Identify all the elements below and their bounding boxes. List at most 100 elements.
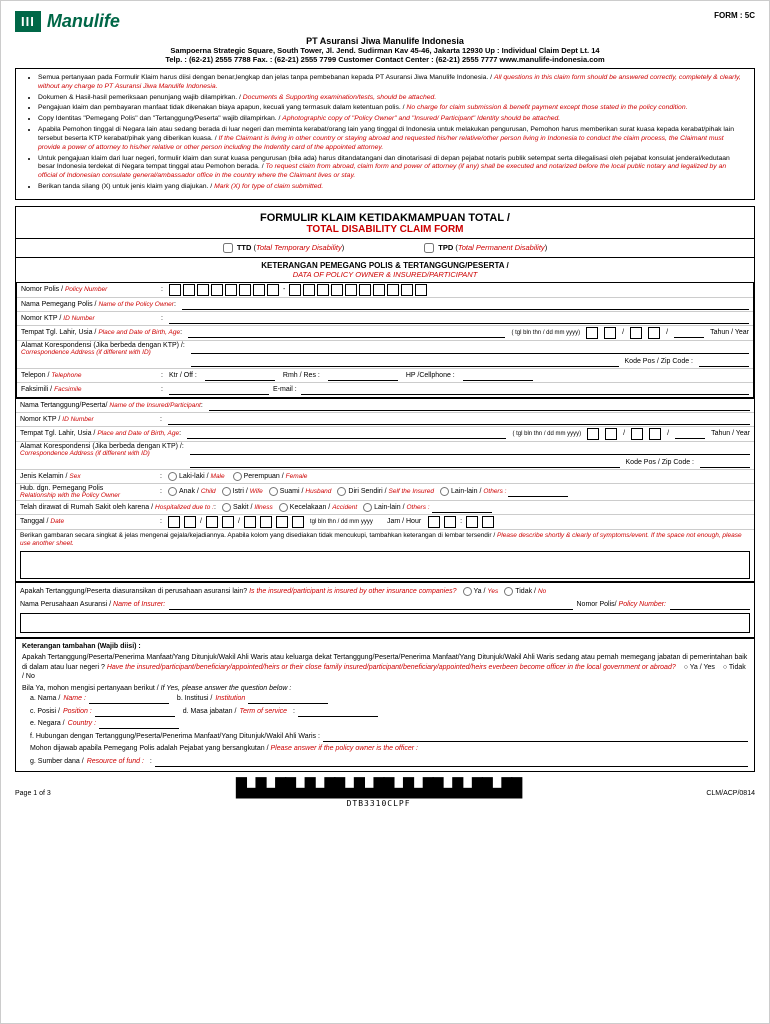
others-radio[interactable] xyxy=(440,487,449,496)
i-mon1[interactable] xyxy=(631,428,643,440)
jam-h2[interactable] xyxy=(444,516,456,528)
tgl-m1[interactable] xyxy=(206,516,218,528)
header: III Manulife FORM : 5C xyxy=(15,11,755,32)
pn-box-18[interactable] xyxy=(415,284,427,296)
i-mon2[interactable] xyxy=(649,428,661,440)
insured-kode-pos-input[interactable] xyxy=(700,457,750,468)
insured-ktp-input[interactable] xyxy=(168,414,750,425)
mohon-label: Mohon dijawab apabila Pemegang Polis ada… xyxy=(30,744,748,755)
tgl-y1[interactable] xyxy=(244,516,256,528)
hp-input[interactable] xyxy=(463,370,533,381)
kode-pos-input[interactable] xyxy=(699,356,749,367)
pn-box-11[interactable] xyxy=(317,284,329,296)
email-input[interactable] xyxy=(301,384,749,395)
country-input[interactable] xyxy=(99,719,179,729)
i-year[interactable] xyxy=(675,428,705,439)
yes-radio[interactable] xyxy=(463,587,472,596)
self-radio[interactable] xyxy=(337,487,346,496)
ktr-input[interactable] xyxy=(205,370,275,381)
pn-box-8[interactable] xyxy=(267,284,279,296)
illness-option: Sakit / Illness xyxy=(222,503,273,512)
child-radio[interactable] xyxy=(168,487,177,496)
pn-box-15[interactable] xyxy=(373,284,385,296)
pn-box-6[interactable] xyxy=(239,284,251,296)
tgl-y2[interactable] xyxy=(260,516,272,528)
husband-radio[interactable] xyxy=(269,487,278,496)
tgl-y3[interactable] xyxy=(276,516,288,528)
insured-address-1[interactable] xyxy=(190,443,750,455)
illness-radio[interactable] xyxy=(222,503,231,512)
insurer-name-input[interactable] xyxy=(169,599,572,610)
tpd-checkbox[interactable] xyxy=(424,243,434,253)
jam-m2[interactable] xyxy=(482,516,494,528)
day-box2[interactable] xyxy=(604,327,616,339)
insured-birthplace-input[interactable] xyxy=(187,428,506,439)
jam-h1[interactable] xyxy=(428,516,440,528)
others-input[interactable] xyxy=(508,486,568,497)
faks-input[interactable] xyxy=(169,384,269,395)
owner-name-input[interactable] xyxy=(182,299,749,310)
tgl-y4[interactable] xyxy=(292,516,304,528)
i-day2[interactable] xyxy=(605,428,617,440)
company-info: PT Asuransi Jiwa Manulife Indonesia Samp… xyxy=(15,36,755,64)
wife-radio[interactable] xyxy=(222,487,231,496)
rmh-input[interactable] xyxy=(328,370,398,381)
other2-input[interactable] xyxy=(432,502,492,513)
pn-box-17[interactable] xyxy=(401,284,413,296)
i-day1[interactable] xyxy=(587,428,599,440)
ktp-input[interactable] xyxy=(169,313,749,324)
policy-num-input[interactable] xyxy=(670,599,750,610)
other2-label: Lain-lain / Others : xyxy=(374,504,429,511)
no-radio[interactable] xyxy=(504,587,513,596)
tgl-m2[interactable] xyxy=(222,516,234,528)
other-insurance-notes[interactable] xyxy=(20,613,750,633)
pn-box-5[interactable] xyxy=(225,284,237,296)
gender-row: Jenis Kelamin / Sex : Laki-laki / Male P… xyxy=(16,470,754,484)
child-label: Anak / Child xyxy=(179,488,216,495)
female-radio[interactable] xyxy=(233,472,242,481)
pn-box-2[interactable] xyxy=(183,284,195,296)
pn-box-1[interactable] xyxy=(169,284,181,296)
insured-address-2[interactable] xyxy=(190,457,620,468)
email-label: E-mail : xyxy=(273,386,297,393)
accident-label: Kecelakaan / Accident xyxy=(290,504,357,511)
insured-name-label: Nama Tertanggung/Peserta/ Name of the In… xyxy=(20,402,201,409)
term-input[interactable] xyxy=(298,707,378,717)
insured-name-input[interactable] xyxy=(209,400,750,411)
jam-m1[interactable] xyxy=(466,516,478,528)
other2-radio[interactable] xyxy=(363,503,372,512)
day-box1[interactable] xyxy=(586,327,598,339)
birthplace-input[interactable] xyxy=(188,327,505,338)
pn-box-7[interactable] xyxy=(253,284,265,296)
section1-title-id: KETERANGAN PEMEGANG POLIS & TERTANGGUNG/… xyxy=(19,261,751,270)
pn-box-16[interactable] xyxy=(387,284,399,296)
accident-radio[interactable] xyxy=(279,503,288,512)
address-label: Alamat Korespondensi (Jika berbeda denga… xyxy=(21,342,183,367)
pn-box-10[interactable] xyxy=(303,284,315,296)
tgl-d2[interactable] xyxy=(184,516,196,528)
section1-form-body: Nomor Polis / Policy Number : - xyxy=(16,283,754,398)
ttd-checkbox[interactable] xyxy=(223,243,233,253)
name-input[interactable] xyxy=(89,694,169,704)
relationship-input[interactable] xyxy=(323,732,748,742)
institution-input[interactable] xyxy=(248,694,328,704)
month-box1[interactable] xyxy=(630,327,642,339)
instruction-3: Pengajuan klaim dan pembayaran manfaat t… xyxy=(38,104,746,113)
pn-box-4[interactable] xyxy=(211,284,223,296)
male-radio[interactable] xyxy=(168,472,177,481)
pn-box-12[interactable] xyxy=(331,284,343,296)
pn-box-14[interactable] xyxy=(359,284,371,296)
address-input-1[interactable] xyxy=(191,342,749,354)
pn-box-13[interactable] xyxy=(345,284,357,296)
field-d: d. Masa jabatan /Term of service : xyxy=(183,707,378,718)
month-box2[interactable] xyxy=(648,327,660,339)
company-logo: Manulife xyxy=(47,11,120,32)
year-input[interactable] xyxy=(674,327,704,338)
position-input[interactable] xyxy=(95,707,175,717)
pn-box-9[interactable] xyxy=(289,284,301,296)
tgl-d1[interactable] xyxy=(168,516,180,528)
address-input-2[interactable] xyxy=(191,356,619,367)
resource-input[interactable] xyxy=(155,757,748,767)
pn-box-3[interactable] xyxy=(197,284,209,296)
desc-textarea[interactable] xyxy=(20,551,750,579)
